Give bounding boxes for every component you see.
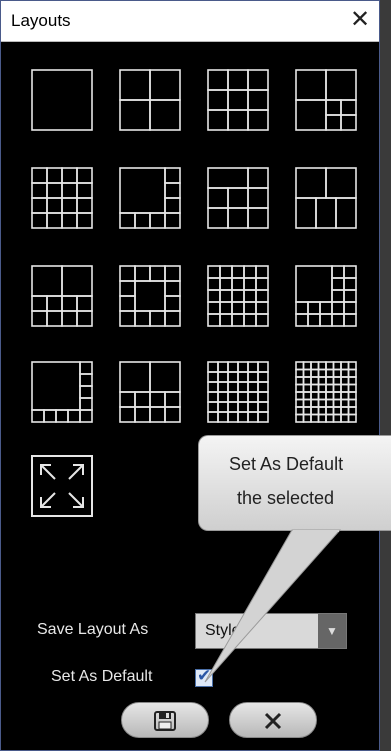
title-bar: Layouts ✕ — [1, 1, 379, 42]
layout-center-ring-icon[interactable] — [119, 265, 181, 327]
save-button[interactable] — [121, 702, 209, 738]
floppy-disk-icon — [154, 711, 176, 731]
layout-big-plus-small-icon[interactable] — [295, 69, 357, 131]
layout-big-corner-grid-icon[interactable] — [295, 265, 357, 327]
close-icon — [264, 712, 282, 730]
layout-4x4-icon[interactable] — [31, 167, 93, 229]
tooltip-line-1: Set As Default — [229, 454, 344, 474]
chevron-down-icon[interactable]: ▼ — [318, 614, 346, 648]
layout-5x5-icon[interactable] — [207, 265, 269, 327]
save-layout-value: Style — [205, 622, 241, 639]
set-default-label: Set As Default — [51, 668, 153, 685]
layout-1x1-icon[interactable] — [31, 69, 93, 131]
save-layout-label: Save Layout As — [37, 621, 149, 638]
layouts-dialog: Layouts ✕ Save Layout As Style ▼ Set As … — [0, 0, 380, 751]
layout-6x6-icon[interactable] — [207, 361, 269, 423]
checkmark-icon: ✔ — [197, 666, 212, 685]
layout-big-plus-edge-icon[interactable] — [31, 361, 93, 423]
layout-left-right-split-icon[interactable] — [119, 361, 181, 423]
layout-3x3-icon[interactable] — [207, 69, 269, 131]
layout-big-right-column-icon[interactable] — [207, 167, 269, 229]
fullscreen-expand-icon[interactable] — [31, 455, 93, 517]
layout-8x8-icon[interactable] — [295, 361, 357, 423]
cancel-button[interactable] — [229, 702, 317, 738]
tooltip-line-2: the selected — [237, 488, 335, 508]
save-layout-select[interactable]: Style ▼ — [195, 613, 347, 649]
layout-big-plus-right-bottom-icon[interactable] — [119, 167, 181, 229]
tooltip-bubble: Set As Default the selected — [198, 435, 391, 531]
close-icon[interactable]: ✕ — [345, 5, 375, 35]
dialog-title: Layouts — [11, 11, 71, 30]
layout-2x2-icon[interactable] — [119, 69, 181, 131]
set-default-checkbox[interactable]: ✔ — [195, 666, 213, 687]
layout-2-top-4-bottom-icon[interactable] — [31, 265, 93, 327]
layout-3-plus-2-icon[interactable] — [295, 167, 357, 229]
